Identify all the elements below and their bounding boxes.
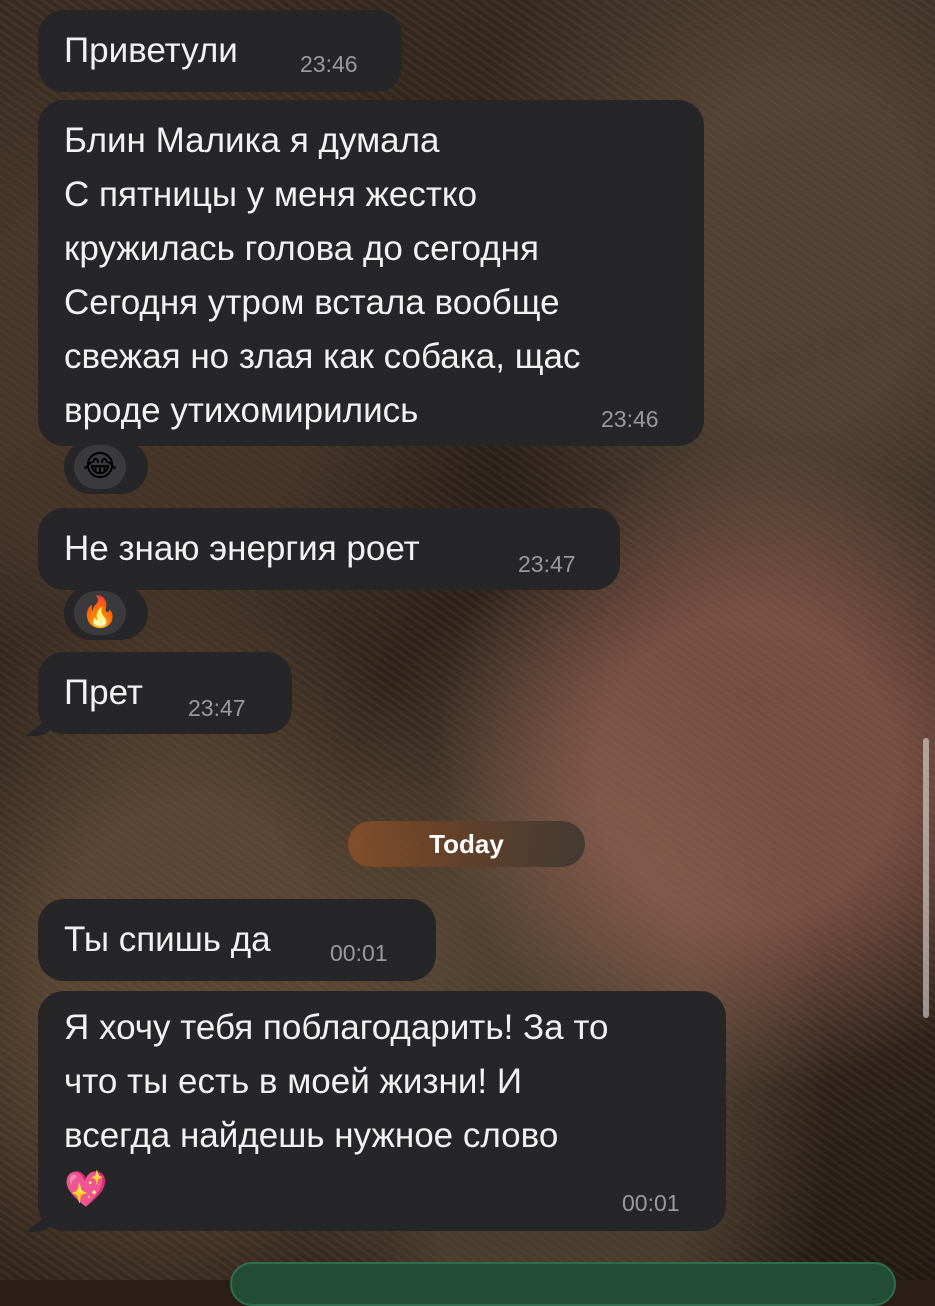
message-bubble[interactable]: Блин Малика я думала С пятницы у меня же… <box>38 100 704 446</box>
fire-emoji-icon: 🔥 <box>74 591 126 635</box>
date-separator: Today <box>348 821 585 867</box>
message-bubble[interactable]: Не знаю энергия роет 23:47 <box>38 508 620 590</box>
message-bubble[interactable]: Приветули 23:46 <box>38 10 402 92</box>
message-bubble[interactable]: Я хочу тебя поблагодарить! За то что ты … <box>38 991 726 1231</box>
message-time: 23:46 <box>601 406 659 432</box>
message-time: 00:01 <box>330 940 388 966</box>
message-text: Ты спишь да <box>64 920 271 959</box>
message-text: Не знаю энергия роет <box>64 529 420 568</box>
message-text: Прет <box>64 673 143 712</box>
reaction-badge[interactable]: 🔥 <box>64 586 148 640</box>
message-time: 23:47 <box>518 551 576 577</box>
message-text: Приветули <box>64 31 238 70</box>
message-text: Блин Малика я думала С пятницы у меня же… <box>64 121 581 430</box>
laughing-emoji-icon: 😂 <box>74 445 126 489</box>
compose-bar[interactable] <box>230 1262 896 1306</box>
message-time: 23:46 <box>300 51 358 77</box>
message-bubble[interactable]: Ты спишь да 00:01 <box>38 899 436 981</box>
message-time: 23:47 <box>188 695 246 721</box>
reaction-badge[interactable]: 😂 <box>64 440 148 494</box>
chat-scrollbar[interactable] <box>923 738 929 1018</box>
message-time: 00:01 <box>622 1190 680 1216</box>
message-bubble[interactable]: Прет 23:47 <box>38 652 292 734</box>
message-text: Я хочу тебя поблагодарить! За то что ты … <box>64 1008 609 1209</box>
